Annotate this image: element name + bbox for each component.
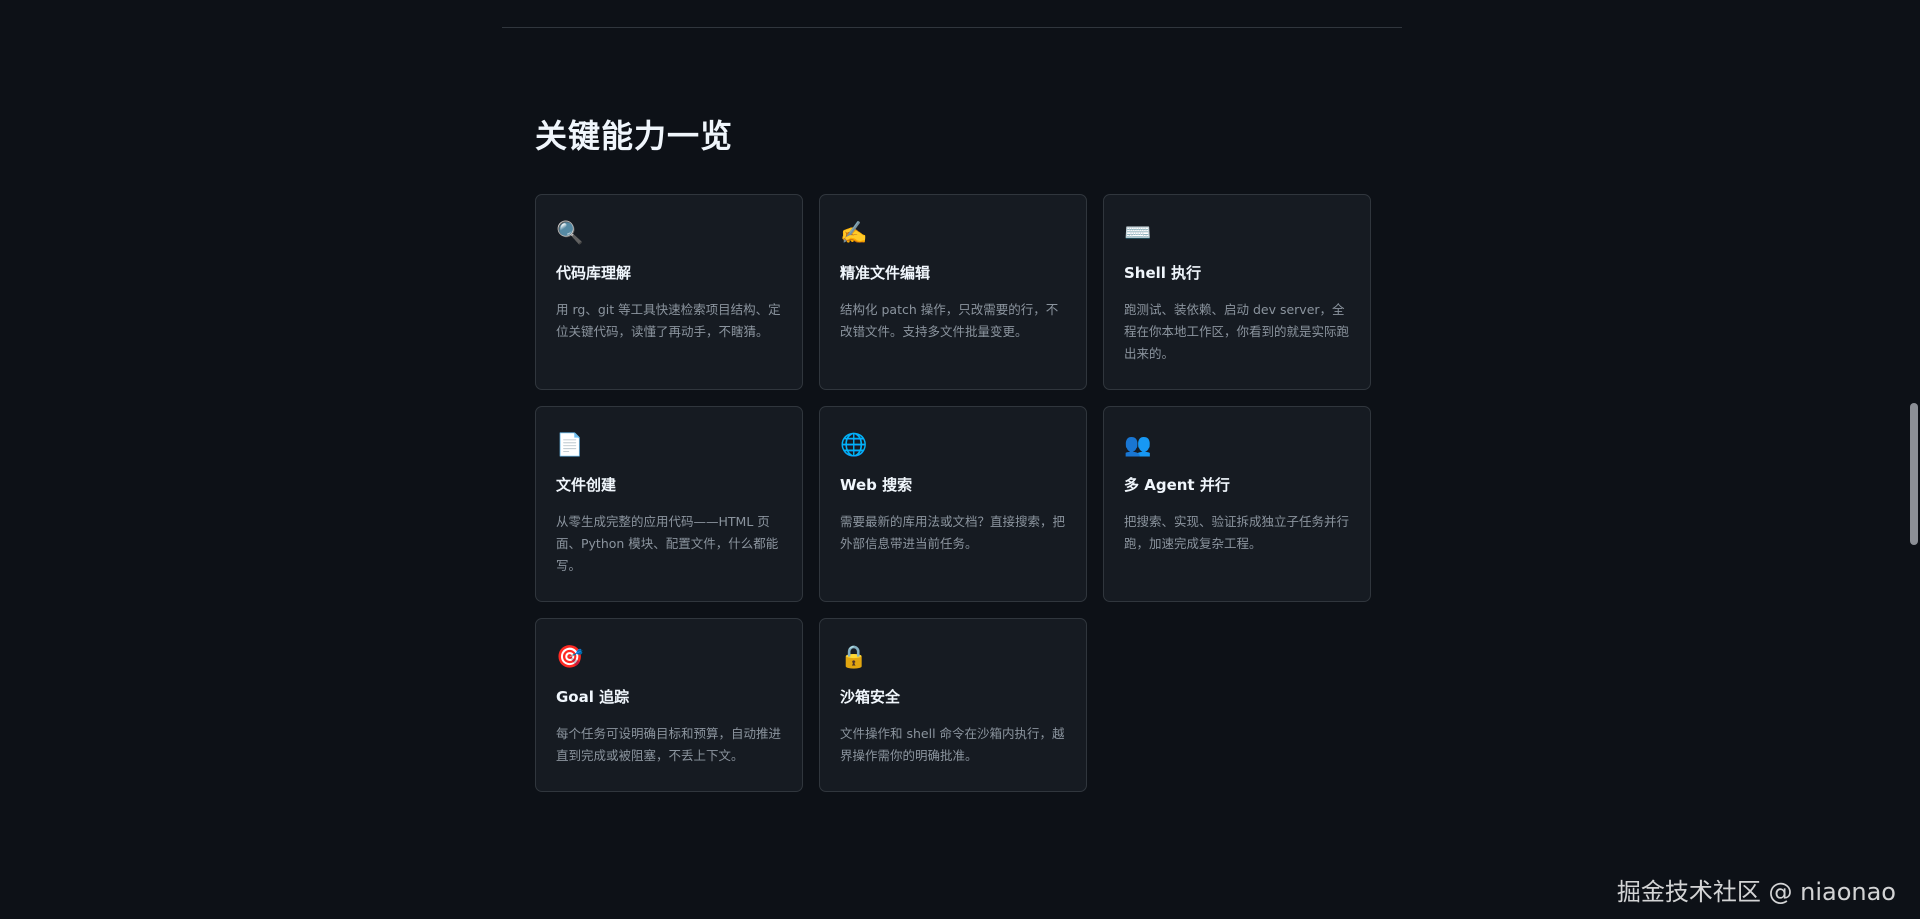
target-icon: 🎯	[556, 645, 584, 670]
card-desc: 文件操作和 shell 命令在沙箱内执行，越界操作需你的明确批准。	[840, 726, 1065, 763]
card-sandbox-security: 🔒 沙箱安全 文件操作和 shell 命令在沙箱内执行，越界操作需你的明确批准。	[819, 618, 1087, 792]
card-desc: 需要最新的库用法或文档？直接搜索，把外部信息带进当前任务。	[840, 514, 1066, 551]
card-title: Shell 执行	[1124, 264, 1202, 282]
globe-icon: 🌐	[840, 433, 868, 458]
card-title: 多 Agent 并行	[1124, 476, 1230, 494]
card-multi-agent: 👥 多 Agent 并行 把搜索、实现、验证拆成独立子任务并行跑，加速完成复杂工…	[1103, 406, 1371, 602]
card-desc: 从零生成完整的应用代码——HTML 页面、Python 模块、配置文件，什么都能…	[556, 514, 779, 573]
card-desc: 用 rg、git 等工具快速检索项目结构、定位关键代码，读懂了再动手，不瞎猜。	[556, 302, 781, 339]
people-icon: 👥	[1124, 433, 1152, 458]
document-icon: 📄	[556, 433, 584, 458]
card-web-search: 🌐 Web 搜索 需要最新的库用法或文档？直接搜索，把外部信息带进当前任务。	[819, 406, 1087, 602]
top-divider	[502, 27, 1402, 28]
card-title: 沙箱安全	[840, 688, 901, 706]
lock-icon: 🔒	[840, 645, 868, 670]
card-file-creation: 📄 文件创建 从零生成完整的应用代码——HTML 页面、Python 模块、配置…	[535, 406, 803, 602]
card-shell-execution: ⌨️ Shell 执行 跑测试、装依赖、启动 dev server，全程在你本地…	[1103, 194, 1371, 390]
card-title: Web 搜索	[840, 476, 913, 494]
section-title: 关键能力一览	[535, 117, 734, 155]
capabilities-grid: 🔍 代码库理解 用 rg、git 等工具快速检索项目结构、定位关键代码，读懂了再…	[535, 194, 1371, 792]
magnifier-icon: 🔍	[556, 221, 584, 246]
card-precise-file-editing: ✍️ 精准文件编辑 结构化 patch 操作，只改需要的行，不改错文件。支持多文…	[819, 194, 1087, 390]
card-desc: 结构化 patch 操作，只改需要的行，不改错文件。支持多文件批量变更。	[840, 302, 1059, 339]
card-codebase-understanding: 🔍 代码库理解 用 rg、git 等工具快速检索项目结构、定位关键代码，读懂了再…	[535, 194, 803, 390]
page: 关键能力一览 🔍 代码库理解 用 rg、git 等工具快速检索项目结构、定位关键…	[0, 0, 1920, 919]
scrollbar-track[interactable]	[1904, 0, 1920, 919]
watermark: 掘金技术社区 @ niaonao	[1616, 878, 1896, 906]
card-goal-tracking: 🎯 Goal 追踪 每个任务可设明确目标和预算，自动推进直到完成或被阻塞，不丢上…	[535, 618, 803, 792]
card-desc: 把搜索、实现、验证拆成独立子任务并行跑，加速完成复杂工程。	[1124, 514, 1350, 551]
writing-hand-icon: ✍️	[840, 221, 868, 246]
card-title: 文件创建	[556, 476, 617, 494]
card-desc: 跑测试、装依赖、启动 dev server，全程在你本地工作区，你看到的就是实际…	[1124, 302, 1350, 361]
card-title: 精准文件编辑	[840, 264, 931, 282]
card-title: Goal 追踪	[556, 688, 630, 706]
scrollbar-thumb[interactable]	[1910, 403, 1918, 545]
keyboard-icon: ⌨️	[1124, 221, 1152, 246]
capabilities-section: 关键能力一览 🔍 代码库理解 用 rg、git 等工具快速检索项目结构、定位关键…	[535, 112, 1371, 792]
card-desc: 每个任务可设明确目标和预算，自动推进直到完成或被阻塞，不丢上下文。	[556, 726, 782, 763]
card-title: 代码库理解	[556, 264, 632, 282]
